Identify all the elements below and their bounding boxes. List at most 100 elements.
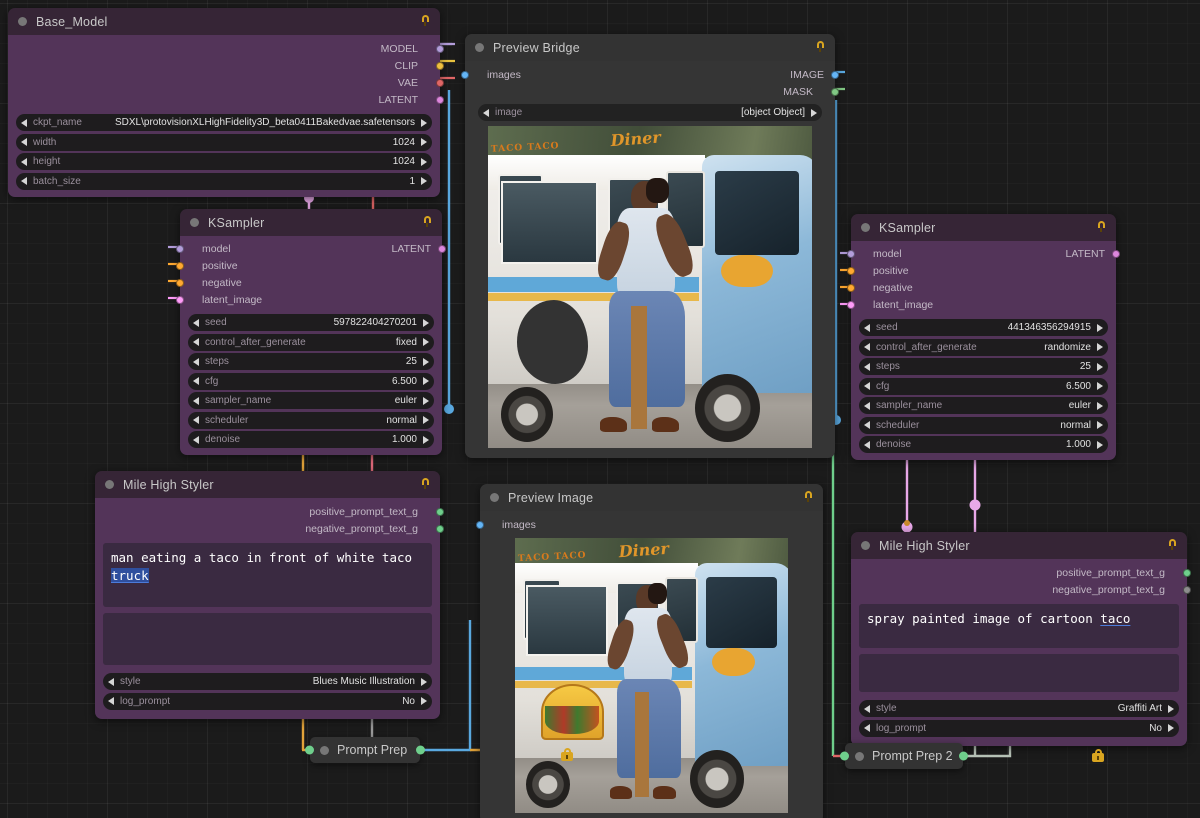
widget-denoise[interactable]: denoise 1.000 [188,431,434,448]
slot-dot-latent[interactable] [436,95,444,104]
decrement-arrow-icon[interactable] [108,677,114,686]
node-header[interactable]: Mile High Styler [95,471,440,498]
decrement-arrow-icon[interactable] [193,396,199,405]
node-prompt-prep-2[interactable]: Prompt Prep 2 [840,743,968,769]
decrement-arrow-icon[interactable] [193,377,199,385]
increment-arrow-icon[interactable] [421,677,427,686]
node-header[interactable]: Base_Model [8,8,440,35]
lock-icon[interactable] [802,491,814,504]
decrement-arrow-icon[interactable] [864,724,870,732]
slot-dot-model[interactable] [436,44,444,53]
slot-dot-negative-prompt[interactable] [1183,585,1191,594]
decrement-arrow-icon[interactable] [864,323,870,332]
node-header[interactable]: Preview Bridge [465,34,835,61]
decrement-arrow-icon[interactable] [193,357,199,366]
input-slot-latent-image[interactable]: latent_image [176,291,442,308]
increment-arrow-icon[interactable] [1097,323,1103,332]
widget-style[interactable]: style Blues Music Illustration [103,673,432,690]
node-preview-image[interactable]: Preview Image images TACO TACO Diner [476,484,823,818]
output-slot-latent[interactable]: LATENT [8,91,444,108]
widget-style[interactable]: style Graffiti Art [859,700,1179,717]
lock-icon[interactable] [561,748,573,761]
collapse-dot-icon[interactable] [18,17,27,26]
increment-arrow-icon[interactable] [1097,343,1103,351]
preview-bridge-image[interactable]: TACO TACO Diner [488,126,812,448]
slot-dot-clip[interactable] [436,61,444,70]
input-slot-images[interactable]: images IMAGE [461,66,839,83]
increment-arrow-icon[interactable] [421,118,427,127]
lock-icon[interactable] [1092,749,1104,762]
lock-icon[interactable] [419,15,431,28]
slot-dot-positive[interactable] [176,261,184,270]
negative-prompt-textarea[interactable] [103,613,432,665]
widget-cfg[interactable]: cfg 6.500 [859,377,1108,395]
widget-steps[interactable]: steps 25 [859,358,1108,375]
widget-width[interactable]: width 1024 [16,133,432,151]
increment-arrow-icon[interactable] [1168,704,1174,713]
increment-arrow-icon[interactable] [1097,362,1103,371]
slot-dot-latent-image[interactable] [176,295,184,304]
increment-arrow-icon[interactable] [811,108,817,117]
collapsed-input-slot[interactable] [840,751,849,761]
node-mile-high-styler-left[interactable]: Mile High Styler positive_prompt_text_g … [95,471,444,719]
decrement-arrow-icon[interactable] [864,401,870,410]
increment-arrow-icon[interactable] [1097,440,1103,449]
decrement-arrow-icon[interactable] [108,697,114,705]
decrement-arrow-icon[interactable] [21,138,27,146]
decrement-arrow-icon[interactable] [193,318,199,327]
slot-dot-model[interactable] [847,249,855,258]
widget-seed[interactable]: seed 597822404270201 [188,314,434,331]
output-slot-model[interactable]: MODEL [8,40,444,57]
collapse-dot-icon[interactable] [861,223,870,232]
prompt-misspelled-word[interactable]: truck [111,568,149,584]
decrement-arrow-icon[interactable] [21,177,27,185]
decrement-arrow-icon[interactable] [864,704,870,713]
increment-arrow-icon[interactable] [421,157,427,166]
slot-dot-image[interactable] [831,70,839,79]
decrement-arrow-icon[interactable] [864,382,870,390]
widget-log-prompt[interactable]: log_prompt No [103,692,432,710]
increment-arrow-icon[interactable] [423,435,429,444]
widget-ckpt-name[interactable]: ckpt_name SDXL\protovisionXLHighFidelity… [16,114,432,131]
input-slot-images[interactable]: images [476,516,823,533]
node-preview-bridge[interactable]: Preview Bridge images IMAGE MASK image [… [461,34,839,458]
widget-control-after-generate[interactable]: control_after_generate fixed [188,333,434,351]
preview-image-render[interactable]: TACO TACO Diner [515,538,788,813]
node-header[interactable]: Preview Image [480,484,823,511]
collapse-dot-icon[interactable] [861,541,870,550]
output-slot-positive-prompt[interactable]: positive_prompt_text_g [851,564,1191,581]
lock-icon[interactable] [419,478,431,491]
slot-dot-latent[interactable] [1112,249,1120,258]
input-slot-model[interactable]: model LATENT [847,245,1120,262]
input-slot-negative[interactable]: negative [176,274,442,291]
widget-sampler-name[interactable]: sampler_name euler [859,397,1108,414]
output-slot-negative-prompt[interactable]: negative_prompt_text_g [851,581,1191,598]
node-header[interactable]: KSampler [851,214,1116,241]
output-slot-negative-prompt[interactable]: negative_prompt_text_g [95,520,444,537]
decrement-arrow-icon[interactable] [864,440,870,449]
increment-arrow-icon[interactable] [1097,382,1103,390]
node-header[interactable]: KSampler [180,209,442,236]
node-base-model[interactable]: Base_Model MODEL CLIP VAE LATENT ckpt_na… [8,8,444,197]
collapse-dot-icon[interactable] [320,745,329,755]
increment-arrow-icon[interactable] [421,138,427,146]
positive-prompt-textarea[interactable]: man eating a taco in front of white taco… [103,543,432,607]
collapsed-input-slot[interactable] [305,745,314,755]
widget-denoise[interactable]: denoise 1.000 [859,436,1108,453]
lock-icon[interactable] [1095,221,1107,234]
positive-prompt-textarea[interactable]: spray painted image of cartoon taco [859,604,1179,648]
input-slot-positive[interactable]: positive [176,257,442,274]
input-slot-positive[interactable]: positive [847,262,1116,279]
prompt-misspelled-word[interactable]: taco [1100,611,1130,626]
widget-scheduler[interactable]: scheduler normal [188,411,434,429]
decrement-arrow-icon[interactable] [21,118,27,127]
input-slot-model[interactable]: model LATENT [176,240,446,257]
widget-steps[interactable]: steps 25 [188,353,434,370]
increment-arrow-icon[interactable] [423,318,429,327]
slot-dot-positive-prompt[interactable] [436,507,444,516]
decrement-arrow-icon[interactable] [483,108,489,117]
decrement-arrow-icon[interactable] [193,435,199,444]
slot-dot-mask[interactable] [831,87,839,96]
slot-dot-negative-prompt[interactable] [436,524,444,533]
decrement-arrow-icon[interactable] [193,416,199,424]
